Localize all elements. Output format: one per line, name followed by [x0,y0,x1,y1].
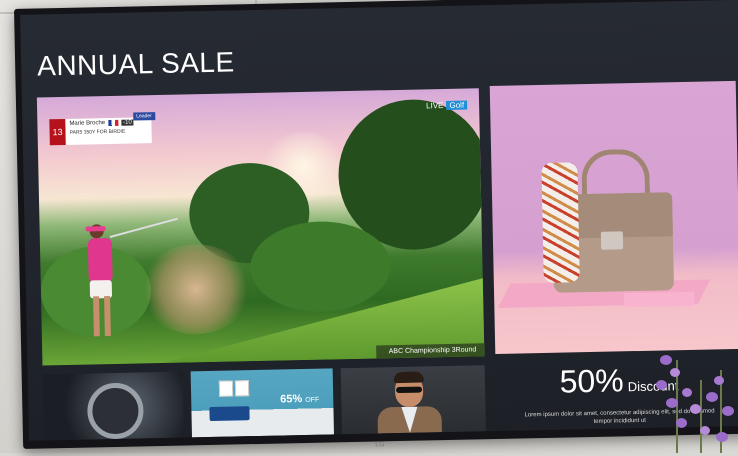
flower-stem [700,380,702,453]
flower [716,432,728,442]
percent-off-label: 65% OFF [280,393,320,406]
france-flag-icon [108,119,119,127]
discount-percent: 50% [559,362,625,400]
off-unit: OFF [305,396,320,404]
flower [656,380,667,390]
flower [706,392,718,402]
golf-club [109,217,178,238]
furniture-thumbnail[interactable]: 65% OFF [190,368,334,438]
score-subline: PAR5 350Y FOR BIRDIE [69,128,126,136]
page-title: ANNUAL SALE [36,46,235,82]
silk-scarf [541,162,580,283]
golf-video[interactable]: Leader 13 Marie Broche -10 PAR5 350Y FOR… [36,88,485,366]
off-percent: 65% [280,393,303,406]
live-indicator: LIVE Golf [426,100,468,111]
pedestal-block [624,291,695,308]
tv-display: ANNUAL SALE Leader 13 Marie Broche -10 P… [14,0,738,449]
video-caption: ABC Championship 3Round [376,343,485,359]
flower [682,388,692,397]
wall-frame [218,380,234,397]
brand-logo: LG [375,441,385,449]
sport-chip: Golf [446,100,468,110]
bush [249,220,392,314]
golfer-leg [93,296,100,337]
watch-thumbnail[interactable] [42,371,185,441]
scoreboard-overlay: Leader 13 Marie Broche -10 PAR5 350Y FOR… [49,112,155,146]
live-label: LIVE [426,101,444,111]
score-tag: Leader [133,112,155,121]
flower [666,398,678,408]
flower [722,406,734,416]
score-points: -10 [121,119,134,126]
golfer-leg [104,296,111,337]
bag-clasp [600,231,624,250]
flower [676,418,687,428]
sunglasses-icon [396,386,423,394]
score-info: Marie Broche -10 PAR5 350Y FOR BIRDIE [65,117,152,145]
golfer-body [87,238,113,283]
watch-icon [86,382,145,440]
golfer-visor [85,226,106,232]
player-name: Marie Broche [69,120,106,127]
handbag-promo[interactable] [489,80,738,354]
signage-screen: ANNUAL SALE Leader 13 Marie Broche -10 P… [20,0,738,441]
flower [690,404,701,414]
flower [714,376,724,385]
sand-splash [139,243,252,336]
sofa [209,406,250,421]
score-rank: 13 [49,118,66,146]
discount-word: Discount [627,378,679,395]
flower [660,355,672,365]
flower [670,368,680,377]
man-hair [393,371,424,384]
flower [700,426,710,435]
fashion-thumbnail[interactable] [340,365,486,435]
wall-frame [234,380,250,397]
